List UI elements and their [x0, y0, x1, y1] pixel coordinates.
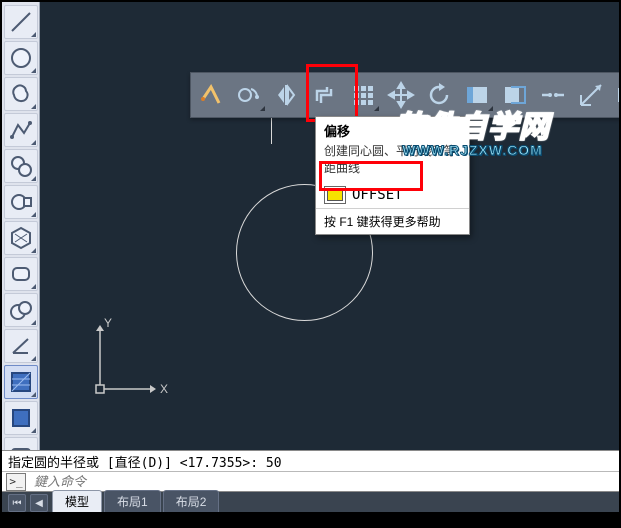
- model-viewport[interactable]: 偏移 创建同心圆、平行线和等距曲线 OFFSET 按 F1 键获得更多帮助 软件…: [40, 2, 619, 456]
- draw-order-icon[interactable]: [193, 77, 229, 113]
- command-line-panel: 指定圆的半径或 [直径(D)] <17.7355>: 50 >_: [2, 450, 619, 492]
- polyline-tool[interactable]: [4, 113, 38, 147]
- command-history-line: 指定圆的半径或 [直径(D)] <17.7355>: 50: [2, 451, 619, 472]
- square-tool[interactable]: [4, 401, 38, 435]
- offset-tooltip: 偏移 创建同心圆、平行线和等距曲线 OFFSET 按 F1 键获得更多帮助: [315, 116, 470, 235]
- overlap-circles-tool[interactable]: [4, 293, 38, 327]
- circle-tool[interactable]: [4, 41, 38, 75]
- tooltip-command-row: OFFSET: [316, 182, 469, 208]
- ucs-x-label: X: [160, 382, 168, 396]
- tooltip-f1-hint: 按 F1 键获得更多帮助: [316, 208, 469, 234]
- tab-layout1[interactable]: 布局1: [104, 490, 161, 512]
- tooltip-title: 偏移: [316, 117, 469, 142]
- tooltip-description: 创建同心圆、平行线和等距曲线: [316, 142, 469, 182]
- hatch-square-tool[interactable]: [4, 365, 38, 399]
- rounded-rect-tool[interactable]: [4, 257, 38, 291]
- command-input[interactable]: [32, 473, 615, 490]
- tab-nav-prev[interactable]: ◀: [30, 494, 48, 512]
- rotate-icon[interactable]: [421, 77, 457, 113]
- mirror-icon[interactable]: [269, 77, 305, 113]
- ucs-y-label: Y: [104, 316, 112, 330]
- tab-layout2[interactable]: 布局2: [163, 490, 220, 512]
- command-prompt-icon: >_: [6, 473, 26, 491]
- trim-icon[interactable]: [459, 77, 495, 113]
- left-draw-toolbar: [2, 2, 40, 472]
- modify-toolbar: [190, 72, 619, 118]
- stretch-icon[interactable]: [611, 77, 619, 113]
- tooltip-command-text: OFFSET: [352, 187, 403, 203]
- layout-tab-bar: ⏮ ◀ 模型 布局1 布局2: [2, 492, 619, 512]
- break-line-icon[interactable]: [535, 77, 571, 113]
- extend-icon[interactable]: [497, 77, 533, 113]
- array-icon[interactable]: [345, 77, 381, 113]
- status-bar-strip: [2, 512, 619, 526]
- line-tool[interactable]: [4, 5, 38, 39]
- cad-window: 偏移 创建同心圆、平行线和等距曲线 OFFSET 按 F1 键获得更多帮助 软件…: [0, 0, 621, 528]
- offset-small-icon: [324, 186, 346, 204]
- command-input-row: >_: [2, 472, 619, 491]
- fillet-icon[interactable]: [231, 77, 267, 113]
- two-circles-tool[interactable]: [4, 149, 38, 183]
- tab-nav-first[interactable]: ⏮: [8, 494, 26, 512]
- ucs-icon: X Y: [84, 315, 174, 408]
- tab-model[interactable]: 模型: [52, 490, 102, 512]
- blob-tool[interactable]: [4, 77, 38, 111]
- move-icon[interactable]: [383, 77, 419, 113]
- offset-icon[interactable]: [307, 77, 343, 113]
- hatch-hex-tool[interactable]: [4, 221, 38, 255]
- angle-tool[interactable]: [4, 329, 38, 363]
- circle-slot-tool[interactable]: [4, 185, 38, 219]
- scale-icon[interactable]: [573, 77, 609, 113]
